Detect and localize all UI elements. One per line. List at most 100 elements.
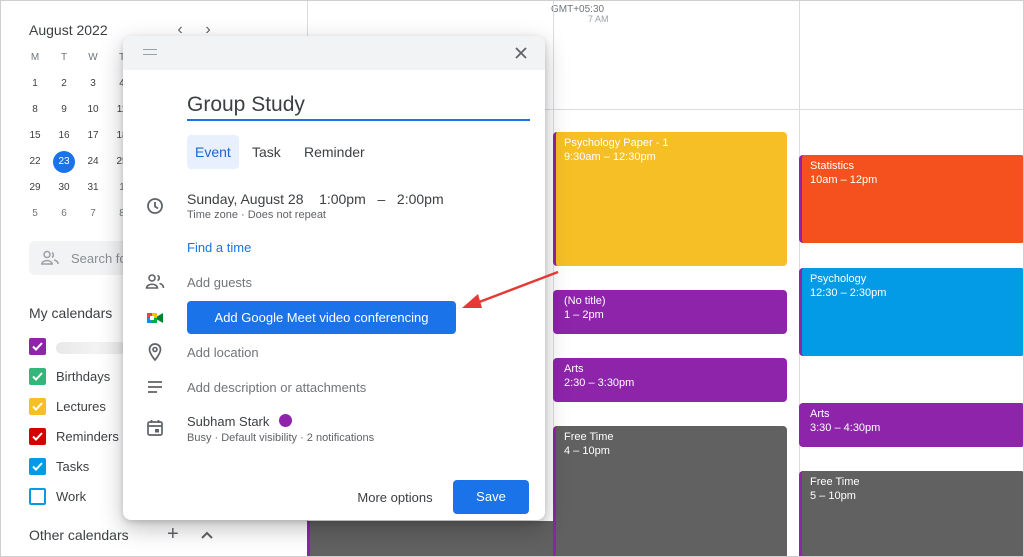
weekday-header: W (88, 52, 98, 63)
day-cell[interactable]: 24 (79, 149, 107, 175)
event-time: 9:30am – 12:30pm (564, 151, 656, 163)
calendar-label: Work (56, 489, 87, 504)
my-calendars-title[interactable]: My calendars (29, 305, 112, 321)
location-pin-icon (148, 343, 162, 362)
google-meet-icon (147, 313, 163, 323)
add-description-field[interactable]: Add description or attachments (187, 380, 366, 395)
calendar-label: Tasks (56, 459, 90, 474)
event-end-time[interactable]: 2:00pm (397, 191, 444, 207)
dialog-header[interactable] (123, 36, 545, 70)
day-cell[interactable]: 29 (21, 175, 49, 201)
event-psychology[interactable]: Psychology 12:30 – 2:30pm (799, 268, 1023, 356)
event-title: Psychology Paper - 1 (564, 137, 669, 149)
event-datetime[interactable]: Sunday, August 28 1:00pm – 2:00pm (187, 191, 444, 207)
checkbox-checked[interactable] (29, 338, 46, 355)
day-cell[interactable]: 3 (79, 71, 107, 97)
tab-event[interactable]: Event (187, 135, 239, 169)
event-title: Statistics (810, 160, 855, 172)
checkbox-checked[interactable] (29, 428, 46, 445)
event-date[interactable]: Sunday, August 28 (187, 191, 304, 207)
event-title: Free Time (810, 476, 860, 488)
day-cell[interactable]: 6 (50, 201, 78, 227)
add-guests-field[interactable]: Add guests (187, 275, 252, 290)
weekday-header: M (30, 52, 40, 63)
event-title-input[interactable] (187, 91, 530, 121)
event-time: 1 – 2pm (564, 309, 604, 321)
weekday-header: T (60, 52, 68, 63)
day-cell[interactable]: 15 (21, 123, 49, 149)
today-label: 23 (53, 151, 75, 173)
event-time: 2:30 – 3:30pm (564, 377, 635, 389)
calendar-owner-name[interactable]: Subham Stark (187, 414, 269, 429)
time-separator: – (377, 191, 386, 207)
day-cell[interactable]: 8 (21, 97, 49, 123)
tab-reminder[interactable]: Reminder (296, 135, 373, 169)
day-cell[interactable]: 2 (50, 71, 78, 97)
day-cell[interactable]: 1 (21, 71, 49, 97)
checkbox-checked[interactable] (29, 458, 46, 475)
event-title: Free Time (564, 431, 614, 443)
screenshot-frame: GMT+05:30 7 AM Psychology Paper - 1 9:30… (0, 0, 1024, 557)
check-icon (32, 462, 43, 471)
time-label: 7 AM (588, 14, 609, 24)
day-cell[interactable]: 31 (79, 175, 107, 201)
chevron-up-icon[interactable] (200, 528, 214, 542)
guests-icon (145, 274, 165, 289)
check-icon (32, 372, 43, 381)
description-icon (148, 381, 162, 393)
check-icon (32, 402, 43, 411)
search-placeholder: Search fo (71, 251, 127, 266)
add-google-meet-button[interactable]: Add Google Meet video conferencing (187, 301, 456, 334)
event-psychology-paper[interactable]: Psychology Paper - 1 9:30am – 12:30pm (553, 132, 787, 266)
event-title: (No title) (564, 295, 606, 307)
people-search-icon (41, 250, 59, 265)
calendar-label: Reminders (56, 429, 119, 444)
calendar-icon (147, 420, 163, 436)
day-cell[interactable]: 16 (50, 123, 78, 149)
check-icon (32, 342, 43, 351)
day-cell[interactable]: 10 (79, 97, 107, 123)
event-arts[interactable]: Arts 2:30 – 3:30pm (553, 358, 787, 402)
day-cell[interactable]: 5 (21, 201, 49, 227)
checkbox-checked[interactable] (29, 398, 46, 415)
event-partial[interactable] (307, 521, 553, 556)
annotation-arrow-icon (462, 270, 559, 308)
add-location-field[interactable]: Add location (187, 345, 259, 360)
save-button[interactable]: Save (453, 480, 529, 514)
event-arts[interactable]: Arts 3:30 – 4:30pm (799, 403, 1023, 447)
day-cell[interactable]: 9 (50, 97, 78, 123)
timezone-repeat-link[interactable]: Time zone · Does not repeat (187, 209, 326, 221)
close-icon[interactable] (511, 43, 531, 63)
day-cell[interactable]: 7 (79, 201, 107, 227)
event-time: 5 – 10pm (810, 490, 856, 502)
day-cell[interactable]: 22 (21, 149, 49, 175)
drag-handle-icon[interactable] (143, 49, 157, 55)
calendar-color-dot[interactable] (279, 414, 292, 427)
event-time: 10am – 12pm (810, 174, 878, 186)
find-a-time-button[interactable]: Find a time (187, 240, 251, 255)
day-cell-today[interactable]: 23 (50, 149, 78, 175)
tab-task[interactable]: Task (244, 135, 289, 169)
mini-calendar-month: August 2022 (29, 22, 108, 38)
event-free-time[interactable]: Free Time 4 – 10pm (553, 426, 787, 556)
event-time: 3:30 – 4:30pm (810, 422, 881, 434)
event-title: Psychology (810, 273, 867, 285)
clock-icon (147, 198, 163, 214)
checkbox-unchecked[interactable] (29, 488, 46, 505)
calendar-label: Birthdays (56, 369, 111, 384)
event-title: Arts (810, 408, 830, 420)
event-time: 12:30 – 2:30pm (810, 287, 887, 299)
more-options-button[interactable]: More options (345, 482, 445, 514)
day-cell[interactable]: 30 (50, 175, 78, 201)
event-start-time[interactable]: 1:00pm (319, 191, 366, 207)
other-calendars-title[interactable]: Other calendars (29, 527, 129, 543)
checkbox-checked[interactable] (29, 368, 46, 385)
event-free-time[interactable]: Free Time 5 – 10pm (799, 471, 1023, 556)
event-statistics[interactable]: Statistics 10am – 12pm (799, 155, 1023, 243)
event-visibility-summary[interactable]: Busy · Default visibility · 2 notificati… (187, 432, 374, 444)
event-no-title[interactable]: (No title) 1 – 2pm (553, 290, 787, 334)
event-title: Arts (564, 363, 584, 375)
day-cell[interactable]: 17 (79, 123, 107, 149)
plus-icon[interactable]: + (167, 523, 179, 546)
event-time: 4 – 10pm (564, 445, 610, 457)
